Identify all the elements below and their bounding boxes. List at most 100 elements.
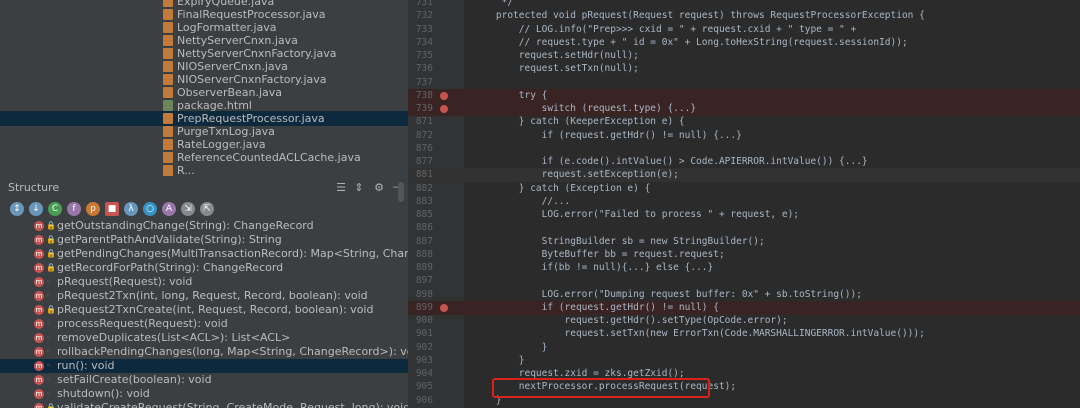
structure-member[interactable]: m ◦ pRequest(Request): void: [0, 275, 408, 289]
java-file-icon: [163, 74, 173, 85]
show-inherited-icon[interactable]: C: [48, 202, 62, 216]
code-text: if (e.code().intValue() > Code.APIERROR.…: [473, 156, 868, 167]
structure-member[interactable]: m ◦ run(): void: [0, 359, 408, 373]
line-number: 903: [415, 354, 433, 366]
java-file-icon: [163, 87, 173, 98]
line-number: 735: [415, 50, 433, 61]
code-line[interactable]: 902 }: [408, 341, 1080, 355]
visibility-icon: ◦: [46, 277, 51, 286]
file-item[interactable]: R...: [0, 163, 408, 178]
method-icon: m: [34, 361, 44, 371]
code-text: request.setTxn(new ErrorTxn(Code.MARSHAL…: [473, 328, 925, 340]
structure-member[interactable]: m 🔒 validateCreateRequest(String, CreateMo…: [0, 401, 408, 408]
member-label: pRequest2Txn(int, long, Request, Record,…: [57, 289, 368, 302]
code-line[interactable]: 901 request.setTxn(new ErrorTxn(Code.MAR…: [408, 327, 1080, 341]
structure-member[interactable]: m ◦ processRequest(Request): void: [0, 317, 408, 331]
structure-member[interactable]: m 🔒 getRecordForPath(String): ChangeRecord: [0, 261, 408, 275]
java-file-icon: [163, 113, 173, 124]
code-text: } catch (Exception e) {: [473, 182, 651, 194]
show-nonpublic-icon[interactable]: ■: [105, 202, 119, 216]
visibility-icon: 🔒: [46, 249, 56, 258]
code-text: try {: [473, 89, 548, 101]
java-file-icon: [163, 165, 173, 176]
code-line[interactable]: 900 request.getHdr().setType(OpCode.erro…: [408, 314, 1080, 328]
code-text: request.setHdr(null);: [473, 50, 639, 61]
code-text: ByteBuffer bb = request.request;: [473, 248, 725, 260]
code-line[interactable]: 899 if (request.getHdr() != null) {: [408, 300, 1080, 315]
structure-member[interactable]: m ◦ removeDuplicates(List<ACL>): List<ACL>: [0, 331, 408, 345]
structure-toolbar: ↕ ↓ Cf p ■ λ ○ A ⇲ ⇱: [0, 199, 408, 219]
code-line[interactable]: 739 switch (request.type) {...}: [408, 102, 1080, 116]
show-interfaces-icon[interactable]: A: [162, 202, 176, 216]
code-line[interactable]: 888 ByteBuffer bb = request.request;: [408, 248, 1080, 262]
line-number: 905: [415, 381, 433, 393]
structure-member[interactable]: m 🔒 getParentPathAndValidate(String): Stri…: [0, 233, 408, 247]
line-number: 872: [415, 129, 433, 141]
code-text: } catch (KeeperException e) {: [473, 116, 685, 128]
show-lambdas-icon[interactable]: λ: [124, 202, 138, 216]
expand-icon[interactable]: ⇕: [352, 181, 366, 195]
code-line[interactable]: 872 if (request.getHdr() != null) {...}: [408, 129, 1080, 143]
code-line[interactable]: 877 if (e.code().intValue() > Code.APIER…: [408, 155, 1080, 169]
collapse-icon[interactable]: ☰: [334, 181, 348, 195]
code-line[interactable]: 898 LOG.error("Dumping request buffer: 0…: [408, 288, 1080, 302]
method-icon: m: [34, 375, 44, 385]
show-fields-icon[interactable]: f: [67, 202, 81, 216]
line-number: 882: [415, 182, 433, 194]
method-icon: m: [34, 347, 44, 357]
gear-icon[interactable]: ⚙: [372, 181, 386, 195]
structure-header: Structure ☰ ⇕ ⚙ ⊣: [0, 180, 408, 196]
member-label: run(): void: [57, 359, 115, 372]
code-line[interactable]: 882 } catch (Exception e) {: [408, 182, 1080, 196]
breakpoint-icon[interactable]: [440, 303, 448, 312]
show-anonymous-icon[interactable]: ○: [143, 202, 157, 216]
member-label: pRequest2TxnCreate(int, Request, Record,…: [57, 303, 374, 316]
sort-visibility-icon[interactable]: ↕: [10, 202, 24, 216]
structure-member[interactable]: m 🔒 getOutstandingChange(String): ChangeRe…: [0, 219, 408, 233]
code-line[interactable]: 871 } catch (KeeperException e) {: [408, 115, 1080, 129]
member-label: getParentPathAndValidate(String): String: [57, 233, 282, 246]
code-line[interactable]: 876: [408, 142, 1080, 156]
structure-member[interactable]: m ◦ shutdown(): void: [0, 387, 408, 401]
code-line[interactable]: 887 StringBuilder sb = new StringBuilder…: [408, 235, 1080, 249]
breakpoint-icon[interactable]: [440, 91, 448, 100]
code-line[interactable]: 903 }: [408, 354, 1080, 368]
autoscroll-from-source-icon[interactable]: ⇱: [200, 202, 214, 216]
code-line[interactable]: 881 request.setException(e);: [408, 168, 1080, 183]
scrollbar[interactable]: [398, 182, 404, 202]
code-editor[interactable]: 731 */732 protected void pRequest(Reques…: [408, 0, 1080, 408]
code-line[interactable]: 733 // LOG.info("Prep>>> cxid = " + requ…: [408, 23, 1080, 37]
line-number: 877: [415, 156, 433, 167]
code-line[interactable]: 889 if(bb != null){...} else {...}: [408, 261, 1080, 275]
breakpoint-icon[interactable]: [440, 105, 448, 113]
line-number: 734: [415, 36, 433, 48]
line-number: 899: [415, 301, 433, 313]
code-line[interactable]: 737: [408, 76, 1080, 90]
visibility-icon: ◦: [46, 319, 51, 328]
autoscroll-to-source-icon[interactable]: ⇲: [181, 202, 195, 216]
code-line[interactable]: 885 LOG.error("Failed to process " + req…: [408, 208, 1080, 222]
code-line[interactable]: 738 try {: [408, 88, 1080, 103]
structure-member[interactable]: m 🔒 getPendingChanges(MultiTransactionReco…: [0, 247, 408, 261]
code-line[interactable]: 734 // request.type + " id = 0x" + Long.…: [408, 36, 1080, 50]
code-line[interactable]: 897: [408, 274, 1080, 288]
structure-member[interactable]: m 🔒 pRequest2TxnCreate(int, Request, Recor…: [0, 303, 408, 317]
java-file-icon: [163, 22, 173, 33]
code-line[interactable]: 886: [408, 221, 1080, 235]
show-properties-icon[interactable]: p: [86, 202, 100, 216]
structure-member[interactable]: m ◦ rollbackPendingChanges(long, Map<Strin…: [0, 345, 408, 359]
member-label: getPendingChanges(MultiTransactionRecord…: [57, 247, 408, 260]
line-number: 733: [415, 23, 433, 35]
line-number: 889: [415, 262, 433, 273]
code-text: request.getHdr().setType(OpCode.error);: [473, 315, 788, 326]
code-line[interactable]: 736 request.setTxn(null);: [408, 62, 1080, 76]
code-line[interactable]: 732 protected void pRequest(Request requ…: [408, 9, 1080, 23]
code-line[interactable]: 735 request.setHdr(null);: [408, 49, 1080, 63]
sort-alpha-icon[interactable]: ↓: [29, 202, 43, 216]
code-line[interactable]: 883 //...: [408, 195, 1080, 209]
java-file-icon: [163, 152, 173, 163]
member-label: rollbackPendingChanges(long, Map<String,…: [57, 345, 408, 358]
structure-member[interactable]: m ◦ pRequest2Txn(int, long, Request, Recor…: [0, 289, 408, 303]
structure-member[interactable]: m ◦ setFailCreate(boolean): void: [0, 373, 408, 387]
method-icon: m: [34, 221, 44, 231]
